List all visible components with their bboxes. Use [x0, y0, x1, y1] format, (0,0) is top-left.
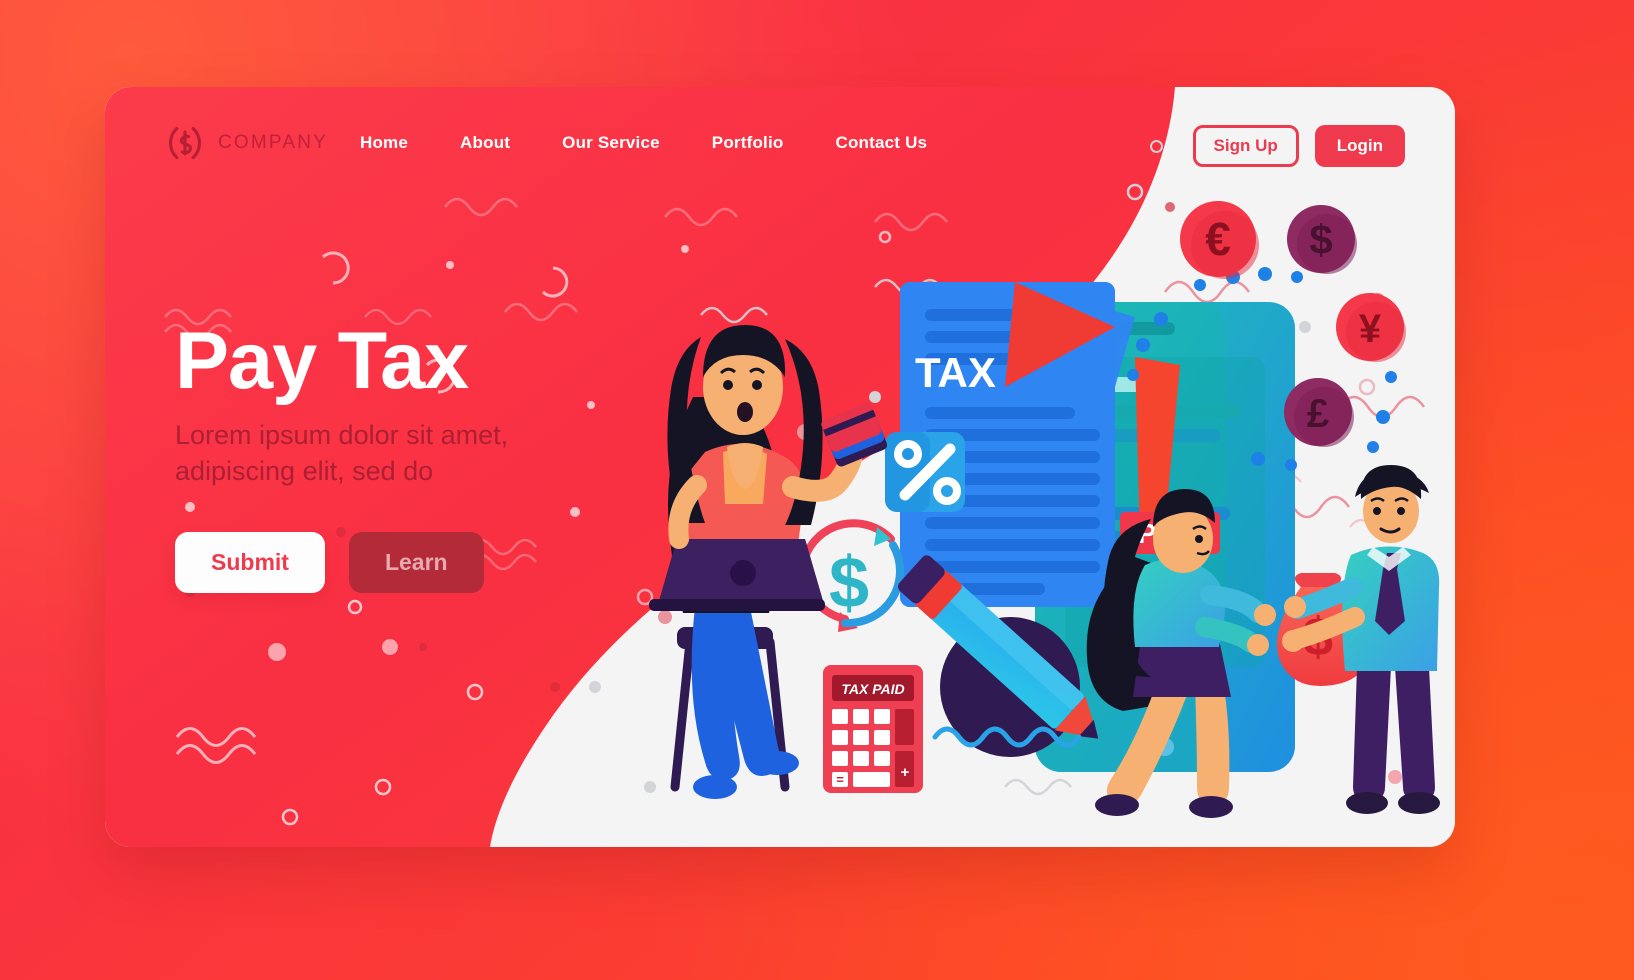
page-title: Pay Tax: [175, 316, 469, 406]
svg-text:$: $: [829, 543, 869, 623]
submit-button[interactable]: Submit: [175, 531, 325, 593]
brand-logo[interactable]: COMPANY: [165, 123, 328, 163]
svg-text:¥: ¥: [1359, 307, 1382, 351]
nav-menu: Home About Our Service Portfolio Contact…: [360, 133, 927, 153]
hero-section: Pay Tax Lorem ipsum dolor sit amet, adip…: [175, 316, 695, 593]
yen-coin: ¥: [1336, 293, 1406, 362]
calculator-plus-key: +: [901, 764, 910, 781]
nav-item-home[interactable]: Home: [360, 133, 408, 153]
auth-actions: Sign Up Login: [1149, 125, 1405, 167]
signup-button[interactable]: Sign Up: [1192, 125, 1299, 167]
svg-text:€: €: [1205, 213, 1231, 265]
calculator: TAX PAID + =: [823, 665, 923, 793]
man-receiving-money-bag: [1282, 465, 1440, 814]
login-button[interactable]: Login: [1314, 125, 1405, 167]
nav-item-our-service[interactable]: Our Service: [562, 133, 660, 153]
learn-button[interactable]: Learn: [348, 531, 484, 593]
hero-subtitle-line2: adipiscing elit, sed do: [175, 456, 434, 486]
dollar-refresh-icon: $: [799, 519, 904, 632]
hero-subtitle-line1: Lorem ipsum dolor sit amet,: [175, 420, 509, 451]
nav-item-portfolio[interactable]: Portfolio: [712, 133, 784, 153]
decorative-circle-icon: [1149, 139, 1163, 153]
percent-badge-icon: [885, 432, 965, 512]
nav-item-about[interactable]: About: [460, 133, 510, 153]
landing-page-card: TAX PAID: [105, 87, 1455, 847]
nav-item-contact-us[interactable]: Contact Us: [835, 133, 927, 153]
brand-name: COMPANY: [218, 132, 329, 153]
svg-text:$: $: [1309, 216, 1332, 263]
cta-group: Submit Learn: [175, 531, 695, 593]
svg-text:£: £: [1307, 392, 1329, 436]
dollar-circle-icon: [169, 126, 201, 160]
tax-document-label: TAX: [915, 349, 996, 396]
top-navigation: COMPANY Home About Our Service Portfolio…: [105, 87, 1455, 217]
calculator-equals-key: =: [836, 772, 844, 787]
calculator-display: TAX PAID: [841, 681, 904, 697]
hero-subtitle: Lorem ipsum dolor sit amet, adipiscing e…: [175, 418, 695, 489]
